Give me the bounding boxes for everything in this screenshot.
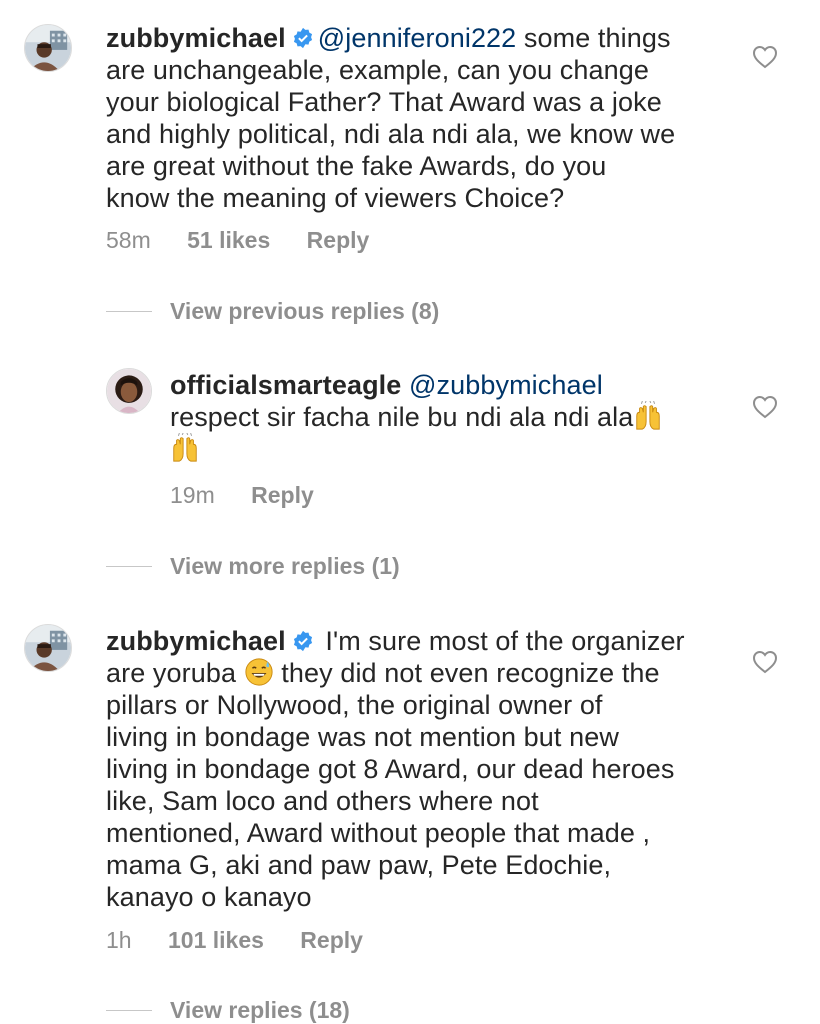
avatar[interactable]	[106, 368, 152, 414]
profile-photo-icon	[107, 369, 151, 413]
comment-text: zubbymichael I'm sure most of the organi…	[106, 625, 746, 913]
divider-line	[106, 1010, 152, 1011]
heart-icon[interactable]	[752, 45, 778, 69]
likes-count[interactable]: 101 likes	[168, 927, 264, 953]
comment-line: like, Sam loco and others where not	[106, 786, 539, 816]
likes-count[interactable]: 51 likes	[187, 227, 270, 253]
comment-meta: 58m 51 likes Reply	[106, 227, 399, 254]
divider-line	[106, 311, 152, 312]
comment-line: some things	[516, 23, 671, 53]
verified-badge-icon	[293, 630, 312, 652]
comment-time: 19m	[170, 482, 215, 508]
avatar[interactable]	[24, 24, 72, 72]
verified-badge-icon	[293, 27, 312, 49]
comment-line: they did not even recognize the	[273, 658, 660, 688]
avatar[interactable]	[24, 624, 72, 672]
comment-line: are great without the fake Awards, do yo…	[106, 151, 607, 181]
reply-button[interactable]: Reply	[300, 927, 363, 953]
comment-text: officialsmarteagle @zubbymichael respect…	[170, 369, 730, 465]
mention-link[interactable]: @jenniferoni222	[318, 23, 517, 53]
comment-username[interactable]: zubbymichael	[106, 23, 286, 53]
comment-line: I'm sure most of the organizer	[317, 626, 685, 656]
view-replies-label[interactable]: View replies (18)	[170, 997, 350, 1024]
comment-line: respect sir facha nile bu ndi ala ndi al…	[170, 402, 634, 432]
raising-hands-emoji-icon	[173, 433, 197, 462]
reply-button[interactable]: Reply	[251, 482, 314, 508]
comment-username[interactable]: zubbymichael	[106, 626, 286, 656]
comment-line: mentioned, Award without people that mad…	[106, 818, 651, 848]
mention-link[interactable]: @zubbymichael	[409, 370, 603, 400]
comment-line: know the meaning of viewers Choice?	[106, 183, 565, 213]
profile-photo-icon	[25, 25, 71, 71]
view-previous-replies[interactable]: View previous replies (8)	[106, 298, 439, 325]
view-more-replies[interactable]: View more replies (1)	[106, 553, 400, 580]
comment-line: kanayo o kanayo	[106, 882, 312, 912]
comment-line: and highly political, ndi ala ndi ala, w…	[106, 119, 676, 149]
comment-line: are unchangeable, example, can you chang…	[106, 55, 649, 85]
view-more-label[interactable]: View more replies (1)	[170, 553, 400, 580]
raising-hands-emoji-icon	[636, 401, 661, 430]
comment-line: mama G, aki and paw paw, Pete Edochie,	[106, 850, 612, 880]
comment-meta: 19m Reply	[170, 482, 344, 509]
view-replies[interactable]: View replies (18)	[106, 997, 350, 1024]
heart-icon[interactable]	[752, 395, 778, 419]
comment-line: living in bondage was not mention but ne…	[106, 722, 619, 752]
comment-line: living in bondage got 8 Award, our dead …	[106, 754, 675, 784]
grinning-sweat-emoji-icon	[245, 658, 273, 686]
heart-icon[interactable]	[752, 650, 778, 674]
reply-button[interactable]: Reply	[307, 227, 370, 253]
comment-time: 1h	[106, 927, 132, 953]
profile-photo-icon	[25, 625, 71, 671]
comment-line: are yoruba	[106, 658, 244, 688]
comment-meta: 1h 101 likes Reply	[106, 927, 393, 954]
comment-line: pillars or Nollywood, the original owner…	[106, 690, 603, 720]
comment-text: zubbymichael @jenniferoni222 some things …	[106, 22, 746, 214]
comment-username[interactable]: officialsmarteagle	[170, 370, 401, 400]
view-previous-label[interactable]: View previous replies (8)	[170, 298, 439, 325]
divider-line	[106, 566, 152, 567]
comment-line: your biological Father? That Award was a…	[106, 87, 662, 117]
comment-time: 58m	[106, 227, 151, 253]
